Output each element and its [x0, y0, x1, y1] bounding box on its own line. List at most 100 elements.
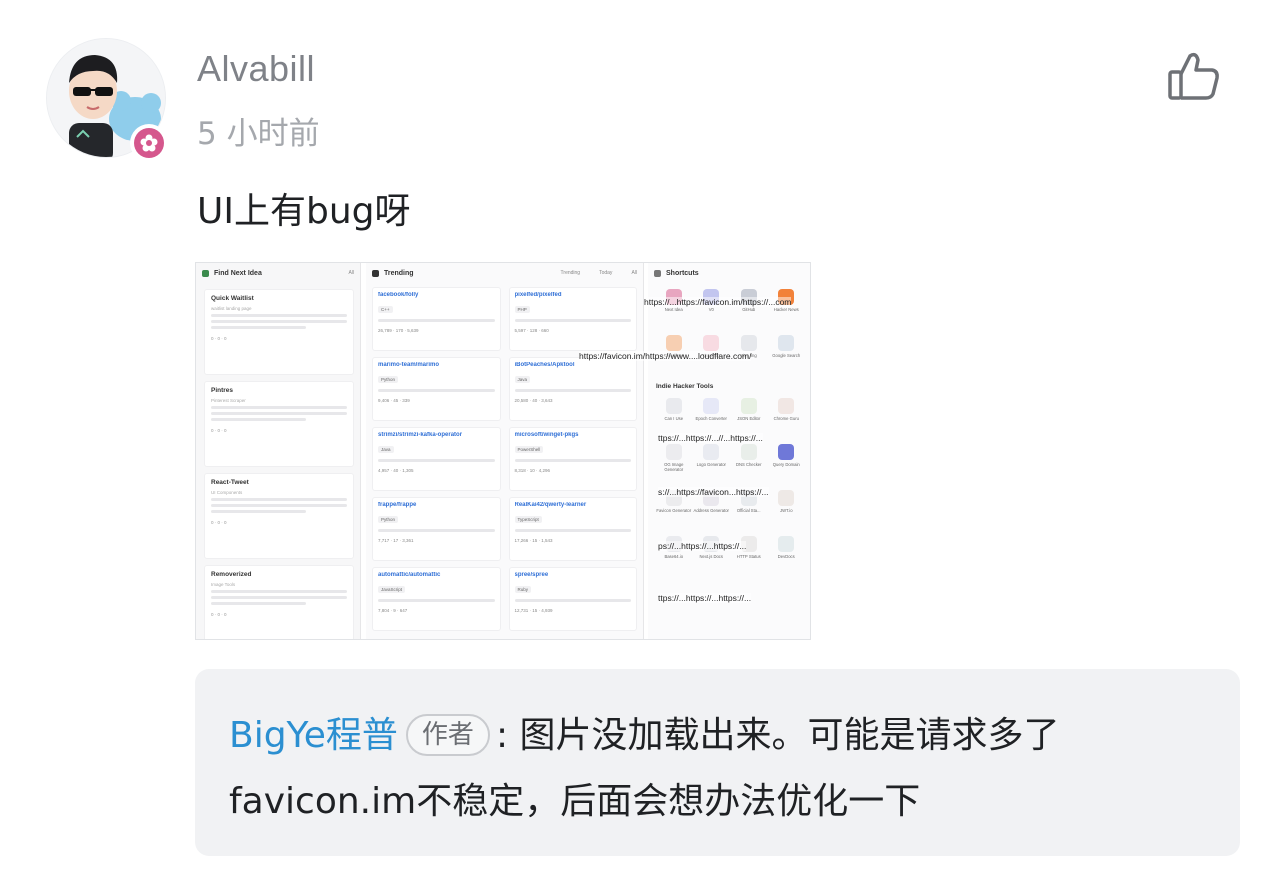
repo-name: frappe/frappe — [378, 502, 417, 508]
github-icon — [372, 269, 379, 277]
repo-stats: 5,597 · 128 · 660 — [514, 328, 549, 333]
favicon-icon — [665, 398, 682, 414]
broken-favicon-url: ttps://...https://...//...https://... — [658, 433, 763, 443]
shortcut-label: Favicon Generator — [656, 508, 692, 513]
idea-meta: 0 · 0 · 0 — [211, 428, 227, 433]
comment-attached-image[interactable]: Find Next Idea All Quick Waitlist waitli… — [195, 262, 811, 640]
broken-favicon-url: https://favicon.im/https://www....loudfl… — [579, 351, 752, 361]
shortcut-item[interactable]: GitHub — [731, 289, 767, 331]
idea-title: React-Tweet — [211, 479, 249, 486]
idea-subtitle: UI Components — [211, 490, 243, 495]
shortcut-label: DevDocs — [777, 554, 795, 559]
shortcut-label: Next.js Docs — [699, 554, 723, 559]
shortcut-label: DNS Checker — [735, 462, 762, 467]
trending-filter: All — [631, 270, 637, 276]
shortcut-item[interactable]: OG Image Generator — [656, 444, 692, 486]
shortcut-label: Address Generator — [693, 508, 729, 513]
repo-name: facebook/folly — [378, 292, 419, 298]
idea-filter: All — [348, 270, 354, 276]
repo-language: Ruby — [514, 586, 532, 593]
idea-card: Pintres Pinterest Scraper 0 · 0 · 0 — [204, 381, 354, 467]
repo-card: microsoft/winget-pkgs PowerShell 8,318 · 1… — [508, 427, 637, 491]
shortcut-item[interactable]: Chrome Guru — [769, 398, 805, 440]
idea-title: Quick Waitlist — [211, 295, 254, 302]
repo-card: spree/spree Ruby 12,731 · 15 · 4,939 — [508, 567, 637, 631]
favicon-icon — [740, 398, 757, 414]
repo-card: strimzi/strimzi-kafka-operator Java 4,957 … — [372, 427, 501, 491]
broken-favicon-url: s://...https://favicon...https://... — [658, 487, 769, 497]
shortcut-item[interactable]: Next Idea — [656, 289, 692, 331]
shortcut-item[interactable]: JWT.io — [769, 490, 805, 532]
shortcut-label: Query Domain — [772, 462, 800, 467]
repo-card: pixelfed/pixelfed PHP 5,597 · 128 · 660 — [508, 287, 637, 351]
repo-name: iBotPeaches/Apktool — [514, 362, 575, 368]
trending-filter: Today — [599, 270, 613, 276]
idea-meta: 0 · 0 · 0 — [211, 612, 227, 617]
trending-title: Trending — [384, 269, 414, 277]
favicon-icon — [778, 536, 795, 552]
repo-language: Python — [378, 516, 399, 523]
idea-title: Pintres — [211, 387, 234, 394]
repo-card: marimo-team/marimo Python 9,406 · 45 · 339 — [372, 357, 501, 421]
repo-language: Python — [378, 376, 399, 383]
shortcuts-panel: Shortcuts Next IdeaV0GitHubHacker NewsCl… — [648, 263, 810, 639]
repo-stats: 17,266 · 15 · 1,543 — [514, 538, 553, 543]
favicon-icon — [665, 335, 682, 351]
repo-stats: 4,957 · 40 · 1,305 — [378, 468, 414, 473]
repo-language: PHP — [514, 306, 530, 313]
shortcut-label: Logo Generator — [696, 462, 726, 467]
repo-language: TypeScript — [514, 516, 542, 523]
shortcut-label: Google Search — [772, 353, 801, 358]
shortcut-item[interactable]: Google Search — [769, 335, 805, 377]
shortcut-label: JWT.io — [779, 508, 793, 513]
shortcut-item[interactable]: Logo Generator — [694, 444, 730, 486]
favicon-icon — [778, 490, 795, 506]
shortcut-item[interactable]: Query Domain — [769, 444, 805, 486]
thumbs-up-icon[interactable] — [1166, 50, 1222, 102]
repo-stats: 9,406 · 45 · 339 — [378, 398, 410, 403]
shortcut-item[interactable]: DNS Checker — [731, 444, 767, 486]
repo-card: RealKai42/qwerty-learner TypeScript 17,266… — [508, 497, 637, 561]
reply-author-name[interactable]: BigYe程普 — [229, 715, 398, 756]
repo-card: frappe/frappe Python 7,717 · 17 · 3,361 — [372, 497, 501, 561]
link-icon — [654, 269, 661, 277]
shortcut-label: HTTP Status — [736, 554, 761, 559]
shortcut-label: OG Image Generator — [664, 462, 684, 473]
repo-stats: 7,717 · 17 · 3,361 — [378, 538, 414, 543]
repo-name: pixelfed/pixelfed — [514, 292, 562, 298]
trending-panel: Trending Trending Today All facebook/fol… — [366, 263, 644, 639]
idea-subtitle: Pinterest Scraper — [211, 398, 246, 403]
shortcut-label: Epoch Converter — [695, 416, 727, 421]
repo-stats: 26,789 · 170 · 5,639 — [378, 328, 419, 333]
shortcut-item[interactable]: DevDocs — [769, 536, 805, 578]
favicon-icon — [703, 444, 720, 460]
idea-subtitle: waitlist landing page — [211, 306, 252, 311]
shortcut-item[interactable]: V0 — [694, 289, 730, 331]
trending-filter: Trending — [560, 270, 581, 276]
repo-stats: 8,318 · 10 · 4,296 — [514, 468, 551, 473]
repo-name: RealKai42/qwerty-learner — [514, 502, 587, 508]
repo-name: microsoft/winget-pkgs — [514, 432, 579, 438]
shortcuts-title: Shortcuts — [666, 269, 699, 277]
favicon-icon — [703, 335, 720, 351]
favicon-icon — [703, 398, 720, 414]
shortcut-label: GitHub — [742, 307, 756, 312]
repo-stats: 12,731 · 15 · 4,939 — [514, 608, 553, 613]
shortcut-item[interactable]: Hacker News — [769, 289, 805, 331]
shortcut-label: Base64.io — [664, 554, 684, 559]
repo-language: Java — [378, 446, 394, 453]
comment-username[interactable]: Alvabill — [197, 48, 315, 90]
idea-title: Removerized — [211, 571, 252, 578]
shortcut-label: Chrome Guru — [773, 416, 799, 421]
indie-tools-title: Indie Hacker Tools — [656, 383, 714, 390]
favicon-icon — [778, 335, 795, 351]
author-badge: 作者 — [405, 714, 490, 756]
idea-meta: 0 · 0 · 0 — [211, 336, 227, 341]
repo-card: iBotPeaches/Apktool Java 20,580 · 40 · 3,6… — [508, 357, 637, 421]
shortcut-label: JSON Editor — [737, 416, 761, 421]
shortcut-label: V0 — [708, 307, 714, 312]
idea-meta: 0 · 0 · 0 — [211, 520, 227, 525]
repo-language: JavaScript — [378, 586, 406, 593]
author-reply: BigYe程普 作者: 图片没加载出来。可能是请求多了favicon.im不稳定，… — [195, 669, 1240, 856]
repo-card: automattic/automattic JavaScript 7,804 · 9… — [372, 567, 501, 631]
